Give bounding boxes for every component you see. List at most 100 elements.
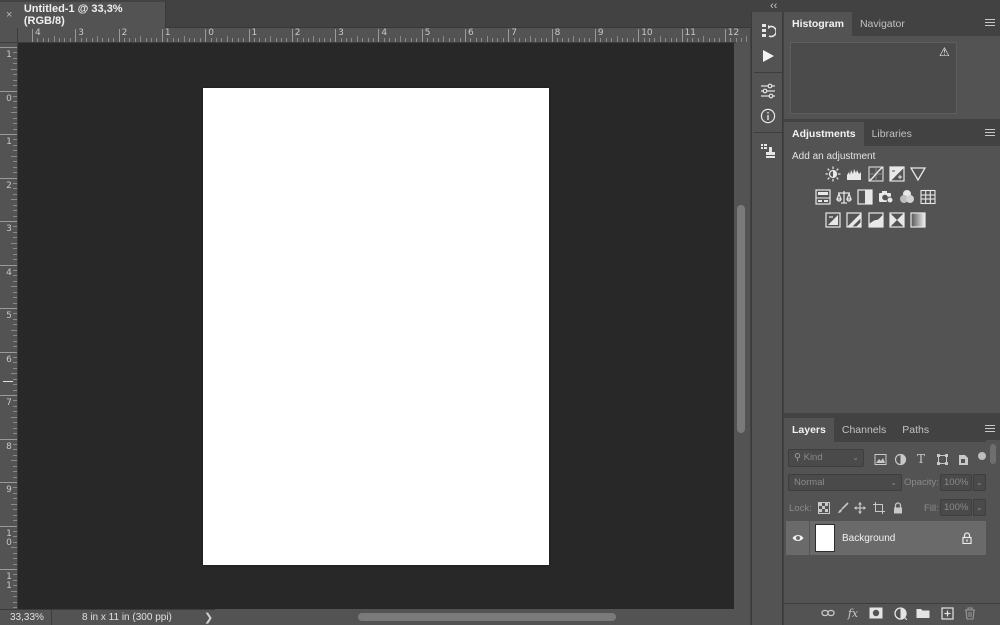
tab-histogram[interactable]: Histogram [784,12,852,36]
channel-mixer-icon[interactable] [899,189,915,205]
document-tab[interactable]: × Untitled-1 @ 33,3% (RGB/8) [0,2,166,28]
ruler-tick [13,433,17,435]
opacity-dropdown-icon[interactable]: ⌄ [973,474,986,491]
add-adjustment-label: Add an adjustment [792,151,876,162]
ruler-label: 3 [335,28,344,42]
ruler-tick [741,38,743,42]
panel-menu-icon[interactable] [985,128,995,140]
lock-artboard-icon[interactable] [871,500,887,516]
ruler-tick [443,36,445,42]
curves-icon[interactable] [868,166,884,182]
histogram-display [790,42,957,114]
close-tab-icon[interactable]: × [6,9,20,21]
tab-navigator[interactable]: Navigator [852,12,913,36]
blend-mode-select[interactable]: Normal ⌄ [788,474,902,491]
opacity-label: Opacity: [904,477,939,488]
status-menu-arrow-icon[interactable]: ❯ [204,611,213,624]
fill-input[interactable]: 100% [940,499,972,516]
warning-icon[interactable]: ⚠ [939,45,953,59]
layer-lock-icon[interactable] [961,532,973,545]
ruler-tick [11,590,17,592]
ruler-tick [172,38,174,42]
ruler-tick [519,38,521,42]
tab-layers[interactable]: Layers [784,418,834,442]
panel-menu-icon[interactable] [985,18,995,30]
adjustment-layer-icon[interactable] [892,605,908,621]
mask-icon[interactable] [868,605,884,621]
filter-smart-object-icon[interactable] [955,451,971,467]
ruler-tick [676,38,678,42]
ruler-tick [492,38,494,42]
brightness-contrast-icon[interactable] [825,166,841,182]
filter-adjustment-icon[interactable] [892,451,908,467]
ruler-tick [232,38,234,42]
posterize-icon[interactable] [846,212,862,228]
ruler-tick [11,547,17,549]
levels-icon[interactable] [846,166,862,182]
threshold-icon[interactable] [868,212,884,228]
new-layer-icon[interactable] [939,605,955,621]
filter-type-icon[interactable]: T [913,451,929,467]
blend-mode-value: Normal [794,477,825,488]
visibility-eye-icon[interactable] [792,533,804,543]
lock-position-icon[interactable] [852,500,868,516]
histogram-panel-tabs: Histogram Navigator [784,12,1000,36]
layers-scrollbar-thumb[interactable] [990,444,996,464]
black-white-icon[interactable] [857,189,873,205]
ruler-tick [11,68,17,70]
document-canvas[interactable] [203,88,549,565]
clone-source-icon[interactable] [752,140,784,162]
ruler-tick [318,38,320,42]
exposure-icon[interactable] [889,166,905,182]
lock-all-icon[interactable] [890,500,906,516]
collapse-strip-icon[interactable]: ‹‹ [770,0,777,12]
gradient-map-icon[interactable] [910,212,926,228]
layer-thumbnail[interactable] [815,524,835,552]
ruler-origin[interactable] [0,28,18,43]
link-icon[interactable] [820,605,836,621]
vertical-scrollbar-thumb[interactable] [737,205,745,433]
vertical-ruler[interactable]: 101234567891011 [0,43,18,609]
filter-shape-icon[interactable] [934,451,950,467]
lock-transparent-pixels-icon[interactable] [816,500,832,516]
layer-filter-kind[interactable]: ⚲ Kind ⌄ [788,449,864,467]
photo-filter-icon[interactable] [878,189,894,205]
fill-dropdown-icon[interactable]: ⌄ [973,499,986,516]
tab-channels[interactable]: Channels [834,418,894,442]
adjustments-sliders-icon[interactable] [752,80,784,102]
filter-pixel-icon[interactable] [872,451,888,467]
ruler-label: 4 [0,264,17,278]
ruler-tick [13,509,17,511]
hue-saturation-icon[interactable] [815,189,831,205]
ruler-tick [13,449,17,451]
zoom-level[interactable]: 33,33% [0,609,52,625]
lock-image-pixels-icon[interactable] [835,500,851,516]
invert-icon[interactable] [825,212,841,228]
horizontal-scrollbar-thumb[interactable] [358,613,616,621]
selective-color-icon[interactable] [889,212,905,228]
ruler-tick [567,38,569,42]
panel-menu-icon[interactable] [985,424,995,436]
filter-toggle-switch[interactable] [978,452,986,460]
ruler-label: 1 [248,28,258,42]
folder-icon[interactable] [915,605,931,621]
history-icon[interactable] [752,20,784,42]
opacity-input[interactable]: 100% [940,474,972,491]
horizontal-ruler[interactable]: 4 3 2 1 0 1 2 3 4 5 6 7 8 9 10 11 12 [18,28,764,43]
tab-paths[interactable]: Paths [894,418,937,442]
color-balance-icon[interactable] [836,189,852,205]
color-lookup-icon[interactable] [920,189,936,205]
layers-scrollbar-track[interactable] [986,440,1000,603]
fx-icon[interactable]: fx [845,605,861,621]
info-icon[interactable] [752,105,784,127]
ruler-tick [42,38,44,42]
trash-icon[interactable] [962,605,978,621]
tab-adjustments[interactable]: Adjustments [784,122,864,146]
ruler-tick [13,253,17,255]
tab-libraries[interactable]: Libraries [864,122,920,146]
vibrance-icon[interactable] [910,166,926,182]
layer-name[interactable]: Background [842,533,895,544]
play-icon[interactable] [752,45,784,67]
ruler-tick [183,36,185,42]
ruler-tick [13,248,17,250]
